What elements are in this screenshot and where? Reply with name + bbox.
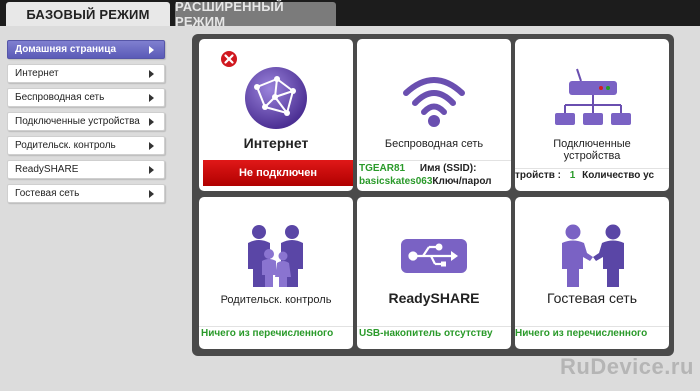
family-icon (248, 225, 303, 287)
parental-status: Ничего из перечисленного (199, 326, 353, 340)
tile-parental-title: Родительск. контроль (220, 294, 332, 306)
sidebar-item-label: ReadySHARE (15, 164, 79, 175)
ssid-value: TGEAR81 (359, 163, 406, 174)
password-label: Ключ/парол (432, 176, 492, 187)
chevron-right-icon (149, 142, 154, 150)
tile-wireless-title: Беспроводная сеть (384, 138, 484, 150)
sidebar-item-label: Интернет (15, 68, 59, 79)
chevron-right-icon (149, 118, 154, 126)
globe-network-icon (245, 67, 307, 129)
tile-internet[interactable]: Интернет Не подключен (199, 39, 353, 191)
tile-readyshare[interactable]: ReadySHARE USB-накопитель отсутству (357, 197, 511, 349)
usb-icon (401, 239, 467, 273)
password-value: basicskates063 (359, 176, 433, 187)
chevron-right-icon (149, 190, 154, 198)
guest-status: Ничего из перечисленного (515, 326, 669, 340)
tile-internet-title: Интернет (243, 135, 309, 151)
dashboard-panel: Интернет Не подключен Беспроводная сеть … (192, 34, 674, 356)
sidebar: Домашняя страница Интернет Беспроводная … (0, 26, 178, 391)
sidebar-item-label: Домашняя страница (15, 44, 117, 55)
devices-status: тройств : 1 Количество ус (515, 168, 669, 182)
status-badge: Не подключен (203, 160, 353, 186)
sidebar-item-internet[interactable]: Интернет (7, 64, 165, 83)
sidebar-item-guest-network[interactable]: Гостевая сеть (7, 184, 165, 203)
devices-status-suffix: Количество ус (582, 170, 655, 181)
wifi-icon (403, 77, 465, 127)
chevron-right-icon (149, 70, 154, 78)
tile-devices-title: Подключенные устройства (553, 138, 631, 162)
sidebar-item-parental-control[interactable]: Родительск. контроль (7, 136, 165, 155)
handshake-people-icon (562, 224, 624, 287)
sidebar-item-label: Гостевая сеть (15, 188, 80, 199)
chevron-right-icon (149, 166, 154, 174)
devices-count: 1 (569, 170, 576, 181)
wireless-info: TGEAR81 Имя (SSID): basicskates063Ключ/п… (359, 160, 511, 190)
mode-tab-bar: БАЗОВЫЙ РЕЖИМ РАСШИРЕННЫЙ РЕЖИМ (0, 0, 700, 29)
devices-status-prefix: тройств : (515, 170, 561, 181)
ssid-label: Имя (SSID): (419, 163, 477, 174)
watermark-text: RuDevice.ru (560, 354, 694, 379)
tile-wireless[interactable]: Беспроводная сеть TGEAR81 Имя (SSID): ba… (357, 39, 511, 191)
chevron-right-icon (149, 46, 154, 54)
sidebar-item-wireless[interactable]: Беспроводная сеть (7, 88, 165, 107)
readyshare-status: USB-накопитель отсутству (357, 326, 511, 340)
tab-basic-mode[interactable]: БАЗОВЫЙ РЕЖИМ (6, 2, 170, 26)
tab-advanced-mode[interactable]: РАСШИРЕННЫЙ РЕЖИМ (175, 0, 336, 29)
sidebar-item-label: Подключенные устройства (15, 116, 140, 127)
sidebar-item-home[interactable]: Домашняя страница (7, 40, 165, 59)
sidebar-item-label: Беспроводная сеть (15, 92, 105, 103)
sidebar-item-label: Родительск. контроль (15, 140, 116, 151)
sidebar-item-attached-devices[interactable]: Подключенные устройства (7, 112, 165, 131)
router-network-icon (555, 68, 631, 125)
tile-attached-devices[interactable]: Подключенные устройства тройств : 1 Коли… (515, 39, 669, 191)
sidebar-item-readyshare[interactable]: ReadySHARE (7, 160, 165, 179)
tile-guest-title: Гостевая сеть (546, 290, 638, 306)
tile-guest-network[interactable]: Гостевая сеть Ничего из перечисленного (515, 197, 669, 349)
chevron-right-icon (149, 94, 154, 102)
tile-parental-control[interactable]: Родительск. контроль Ничего из перечисле… (199, 197, 353, 349)
tile-readyshare-title: ReadySHARE (388, 290, 480, 306)
